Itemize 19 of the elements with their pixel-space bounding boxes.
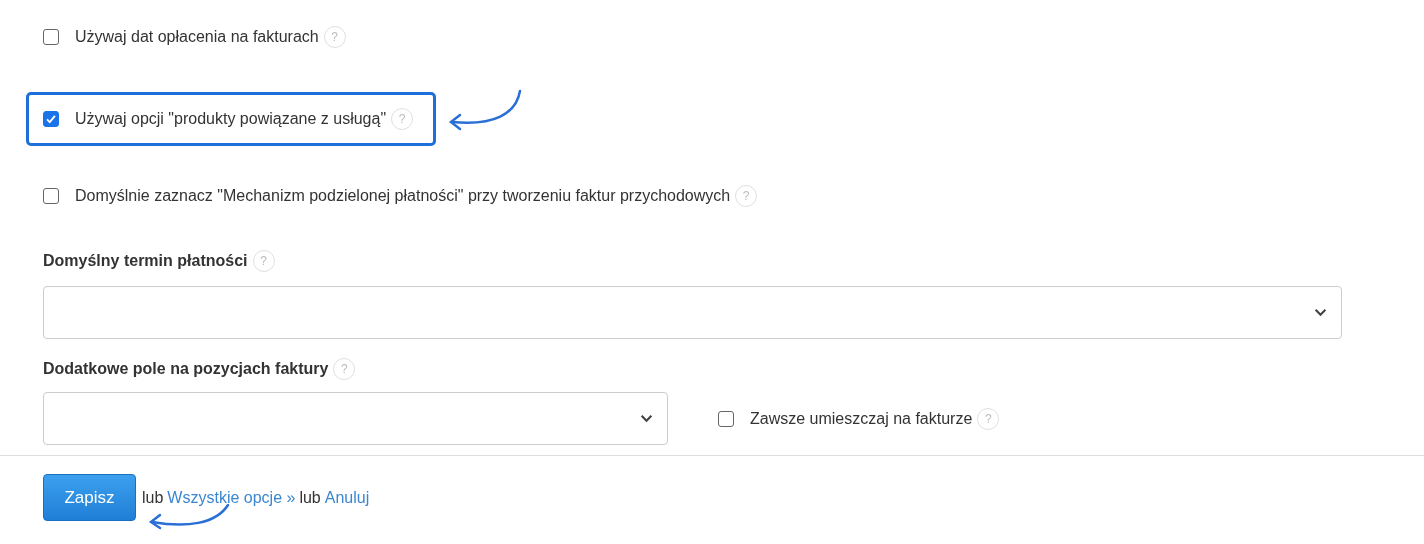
footer-link[interactable]: Wszystkie opcje »: [167, 488, 296, 507]
footer-text: lub: [142, 488, 164, 507]
chevron-down-icon: [640, 414, 653, 423]
checkbox-label: Używaj opcji "produkty powiązane z usługą": [75, 110, 387, 128]
checkbox-label: Zawsze umieszczaj na fakturze: [750, 409, 973, 428]
checkbox[interactable]: [43, 188, 59, 204]
field-label: Domyślny termin płatności: [43, 252, 248, 270]
checkbox[interactable]: [718, 410, 734, 427]
footer-text: lub: [299, 488, 321, 507]
select-field[interactable]: [43, 392, 668, 445]
checkbox[interactable]: [43, 29, 59, 45]
select-field[interactable]: [43, 286, 1342, 339]
checkbox[interactable]: [43, 111, 59, 127]
checkbox-label: Używaj dat opłacenia na fakturach: [75, 28, 319, 46]
save-button[interactable]: Zapisz: [43, 474, 136, 521]
footer-link[interactable]: Anuluj: [324, 488, 370, 507]
checkbox-label: Domyślnie zaznacz "Mechanizm podzielonej płatności" przy tworzeniu faktur przychodowych: [75, 187, 731, 205]
field-label: Dodatkowe pole na pozycjach faktury: [43, 360, 329, 378]
chevron-down-icon: [1314, 308, 1327, 317]
